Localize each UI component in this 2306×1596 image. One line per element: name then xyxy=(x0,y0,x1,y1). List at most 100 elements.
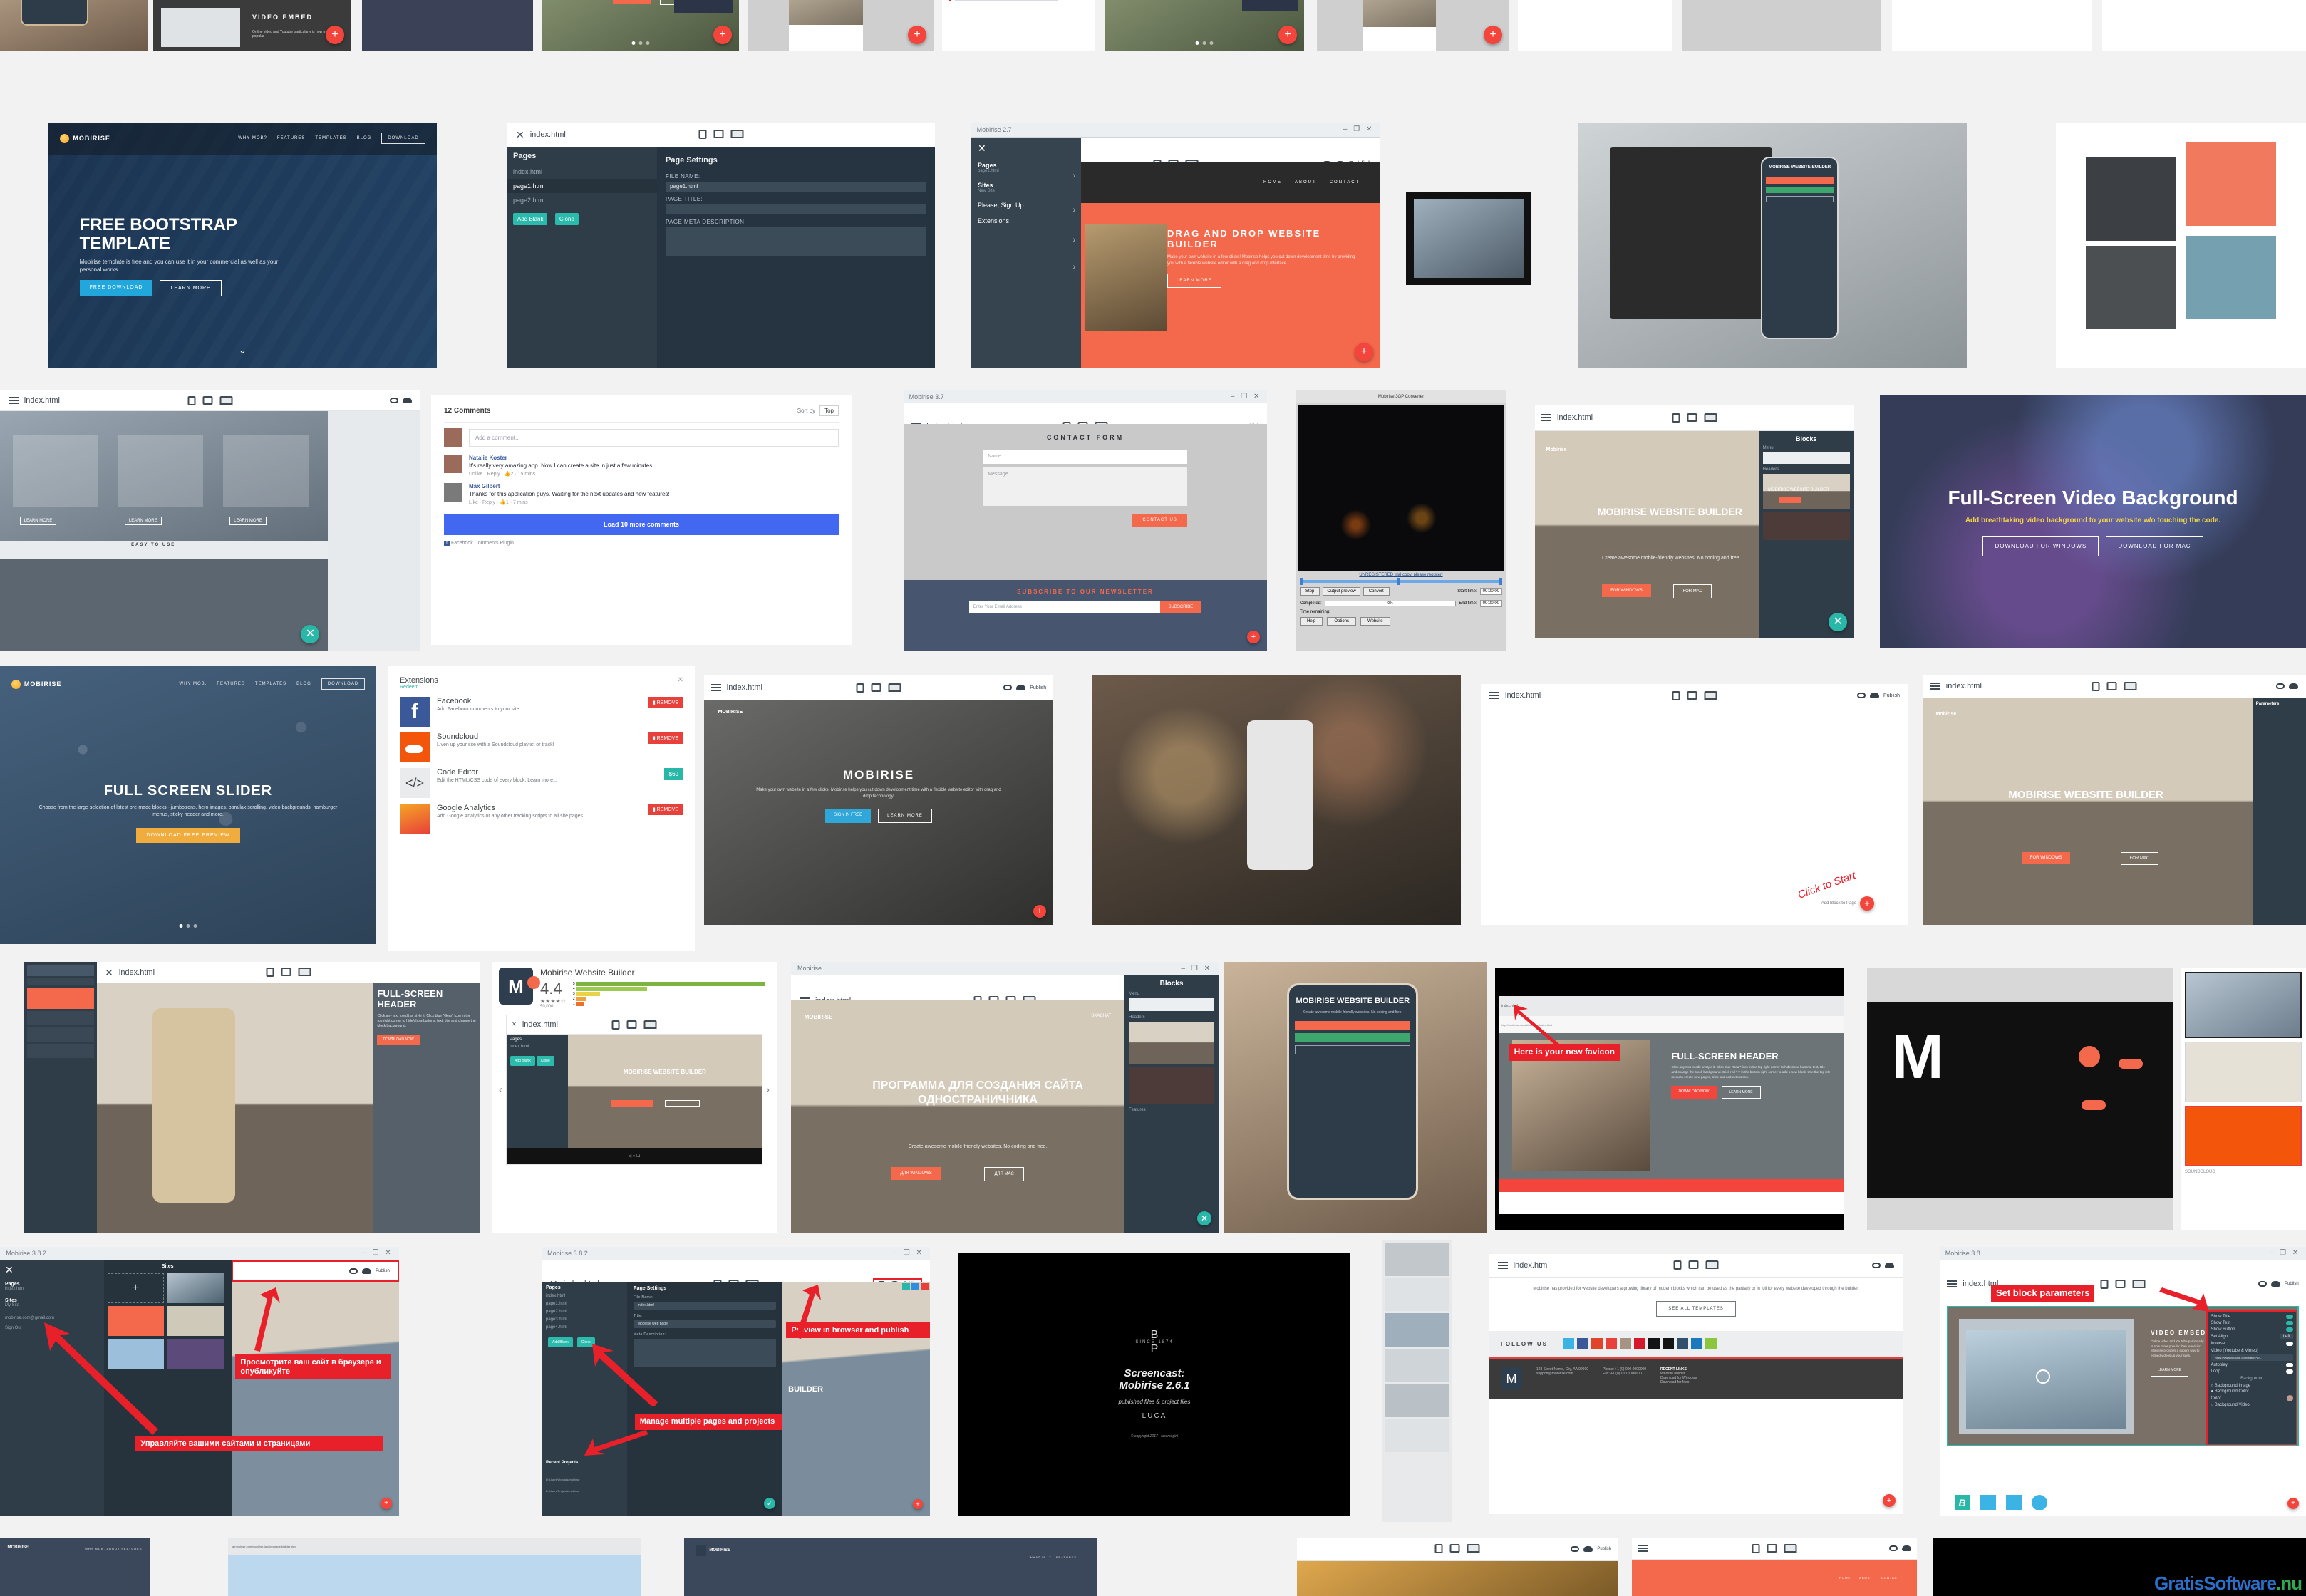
page-item[interactable]: page2.html xyxy=(507,193,657,207)
start-time-value[interactable]: 00:00:00 xyxy=(1480,588,1502,595)
add-block-fab[interactable]: + xyxy=(1278,26,1297,44)
recent-item[interactable]: D:/Users/Projects/mobirise xyxy=(546,1489,579,1493)
subscribe-button[interactable]: SUBSCRIBE xyxy=(1160,601,1202,613)
meta-description-input[interactable] xyxy=(666,227,926,256)
result-tile[interactable]: MOBIRISE WHAT IS IT FEATURES xyxy=(684,1538,1097,1596)
nav-link[interactable]: CONTACT xyxy=(1330,180,1360,185)
nav-link[interactable]: HOME xyxy=(1263,180,1282,185)
website-button[interactable]: Website xyxy=(1360,617,1390,626)
result-tile[interactable]: Mobirise– ❐ ✕ index.html MOBIRISE SKACHA… xyxy=(791,962,1219,1233)
param-label[interactable]: ● Background Color xyxy=(2211,1389,2292,1394)
site-card[interactable] xyxy=(167,1273,224,1303)
nav-link[interactable]: WHY MOB. xyxy=(179,682,207,686)
result-tile[interactable] xyxy=(362,0,533,51)
result-tile[interactable]: index.html Mobirise has provided for web… xyxy=(1489,1254,1903,1514)
result-tile[interactable]: DROP-DEAD EASY BOOTSTRAP BLOG xyxy=(1518,0,1672,51)
file-tab[interactable]: index.html xyxy=(1514,1261,1549,1270)
load-more-button[interactable]: Load 10 more comments xyxy=(444,514,839,535)
add-block-fab[interactable]: + xyxy=(1355,343,1373,361)
thumb[interactable] xyxy=(2185,1042,2302,1102)
add-block-fab[interactable]: + xyxy=(913,1499,923,1509)
options-button[interactable]: Options xyxy=(1327,617,1356,626)
result-tile[interactable]: HOMEABOUTCONTACT xyxy=(1632,1538,1917,1596)
result-tile[interactable]: Full-Screen Video Background Add breatht… xyxy=(1880,395,2306,648)
result-tile[interactable] xyxy=(1092,675,1461,925)
nav-link[interactable]: FEATURES xyxy=(277,136,306,140)
page-item[interactable]: page2.html xyxy=(546,1310,623,1314)
window-controls[interactable]: – ❐ ✕ xyxy=(1343,125,1374,133)
footer-email[interactable]: support@mobirise.com xyxy=(1536,1372,1588,1376)
publish-label[interactable]: Publish xyxy=(2285,1282,2299,1286)
toggle[interactable] xyxy=(2286,1315,2293,1319)
publish-label[interactable]: Publish xyxy=(376,1269,390,1273)
for-windows-button[interactable]: ДЛЯ WINDOWS xyxy=(891,1167,941,1180)
carousel-prev[interactable]: ‹ xyxy=(499,1084,502,1096)
result-tile[interactable]: 12 Comments Sort by Top Add a comment...… xyxy=(431,395,852,645)
add-block-fab[interactable]: + xyxy=(713,26,732,44)
page-item[interactable]: index.html xyxy=(507,165,657,179)
result-tile[interactable]: Mobirise 3.8.2– ❐ ✕ ✕ index.html Publish… xyxy=(542,1247,930,1516)
add-block-fab[interactable]: + xyxy=(1033,905,1046,918)
close-icon[interactable]: ✕ xyxy=(678,676,683,684)
video-url-input[interactable]: https://www.youtube.com/watch?v=... xyxy=(2211,1354,2292,1361)
result-tile[interactable]: Mobirise 3.8– ❐ ✕ index.html Publish VID… xyxy=(1940,1247,2306,1516)
result-tile[interactable]: Mobirise 3.7– ❐ ✕ index.html Publish CON… xyxy=(904,390,1267,651)
recent-item[interactable]: D:/Users/Uploads/mobirise xyxy=(546,1478,580,1481)
site-card[interactable] xyxy=(167,1306,224,1336)
menu-item-pages[interactable]: Pages page1.html xyxy=(978,162,1074,173)
file-tab[interactable]: index.html xyxy=(727,683,762,692)
comment-input[interactable]: Add a comment... xyxy=(469,429,839,447)
learn-more-button[interactable]: LEARN MORE xyxy=(1167,274,1221,288)
result-tile[interactable]: SOUNDCLOUD xyxy=(2181,968,2306,1230)
result-tile[interactable]: FOR WINDOWS FOR MAC Click to Start + xyxy=(1317,0,1509,51)
comment-actions[interactable]: Unlike · Reply xyxy=(469,472,500,477)
page-item[interactable]: index.html xyxy=(546,1294,623,1298)
learn-more-button[interactable]: LEARN MORE xyxy=(160,280,221,296)
result-tile[interactable]: index.html Mobirise MOBIRISE WEBSITE BUI… xyxy=(1524,395,1866,648)
publish-label[interactable]: Publish xyxy=(1030,685,1046,690)
align-select[interactable]: Left xyxy=(2280,1334,2293,1340)
download-now-button[interactable]: DOWNLOAD NOW xyxy=(1671,1086,1716,1099)
color-swatch[interactable] xyxy=(2287,1395,2293,1401)
result-tile[interactable]: FOR WINDOWS FOR MAC Click to Start + xyxy=(748,0,934,51)
name-input[interactable]: Name xyxy=(983,450,1187,464)
menu-item-sites[interactable]: Sites New Site xyxy=(978,182,1074,193)
nav-link[interactable]: ABOUT xyxy=(1295,180,1317,185)
chevron-down-icon[interactable]: ⌄ xyxy=(239,345,247,356)
result-tile[interactable] xyxy=(2056,123,2306,368)
result-tile[interactable]: MOBIRISE WEBSITE BUILDER xyxy=(1578,123,1967,368)
for-mac-button[interactable]: FOR MAC xyxy=(2121,852,2159,865)
contact-us-button[interactable]: CONTACT US xyxy=(1132,514,1186,527)
site-card[interactable] xyxy=(167,1339,224,1369)
add-block-fab[interactable]: + xyxy=(381,1498,392,1509)
file-tab[interactable]: index.html xyxy=(530,130,566,139)
download-preview-button[interactable]: DOWNLOAD FREE PREVIEW xyxy=(136,828,239,843)
add-blank-button[interactable]: Add Blank xyxy=(513,213,547,225)
menu-item-sites[interactable]: Sites xyxy=(5,1298,99,1303)
redeem-link[interactable]: Redeem xyxy=(400,685,438,690)
result-tile[interactable]: Mobirise 3GP Converter UNREGISTERED tria… xyxy=(1296,390,1506,651)
result-tile[interactable]: MOBIRISE WHY MOB. FEATURES TEMPLATES BLO… xyxy=(0,666,376,944)
end-time-value[interactable]: 00:00:00 xyxy=(1480,600,1502,607)
page-item[interactable]: page3.html xyxy=(546,1317,623,1322)
result-tile[interactable]: index.html Publish Click to Start Add Bl… xyxy=(1481,684,1908,925)
sort-dropdown[interactable]: Top xyxy=(819,405,839,416)
result-tile[interactable]: index.html Publish MOBIRISE MOBIRISE Mak… xyxy=(704,675,1053,925)
menu-item-signup[interactable]: Please, Sign Up xyxy=(978,202,1074,209)
nav-link[interactable]: TEMPLATES xyxy=(315,136,346,140)
result-tile[interactable] xyxy=(1382,1240,1452,1522)
toggle[interactable] xyxy=(2286,1321,2293,1325)
result-tile[interactable]: DROP-DEAD EASY BOOTSTRAP BLOG xyxy=(2102,0,2306,51)
add-block-fab[interactable]: + xyxy=(1883,1494,1896,1507)
result-tile[interactable] xyxy=(1406,192,1531,285)
file-tab[interactable]: index.html xyxy=(1946,682,1982,690)
file-name-input[interactable]: index.html xyxy=(634,1302,776,1310)
convert-button[interactable]: Convert xyxy=(1363,587,1390,596)
result-tile[interactable]: M xyxy=(1867,968,2173,1230)
page-item[interactable]: page1.html xyxy=(546,1302,623,1306)
learn-more-button[interactable]: LEARN MORE xyxy=(1722,1086,1761,1099)
toggle[interactable] xyxy=(2286,1342,2293,1346)
page-item[interactable]: page4.html xyxy=(546,1325,623,1330)
result-tile[interactable]: HAVE SOMETHING SPECIAL IN THE VISUAL ARE… xyxy=(542,0,739,51)
param-label[interactable]: ○ Background Image xyxy=(2211,1384,2292,1388)
